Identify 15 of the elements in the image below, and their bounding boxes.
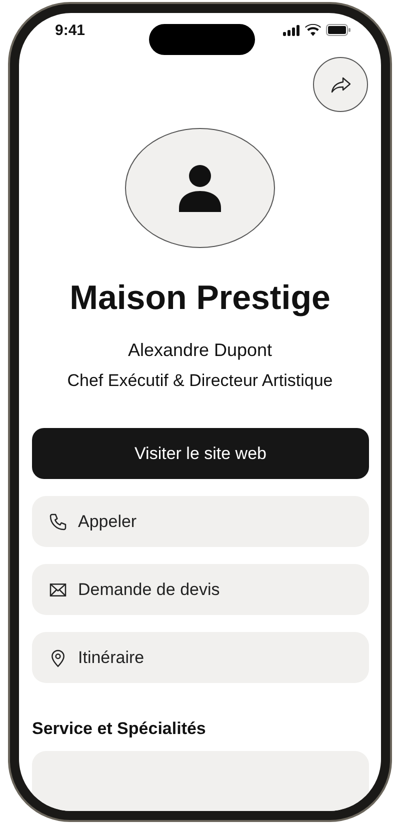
signal-icon: [283, 24, 300, 36]
company-name: Maison Prestige: [68, 278, 332, 318]
person-name: Alexandre Dupont: [126, 339, 274, 362]
section-title: Service et Spécialités: [32, 718, 207, 740]
wifi-icon: [305, 24, 321, 36]
share-arrow-icon: [330, 76, 350, 92]
job-title: Chef Exécutif & Directeur Artistique: [66, 370, 334, 392]
phone-button[interactable]: Appeler: [32, 496, 369, 547]
battery-icon: [326, 24, 351, 36]
mail-button[interactable]: Demande de devis: [32, 564, 369, 615]
person-icon: [179, 164, 221, 212]
location-button[interactable]: Itinéraire: [32, 632, 369, 683]
status-time: 9:41: [55, 22, 86, 38]
website-button[interactable]: Visiter le site web: [32, 428, 369, 479]
phone-icon: [48, 512, 68, 532]
